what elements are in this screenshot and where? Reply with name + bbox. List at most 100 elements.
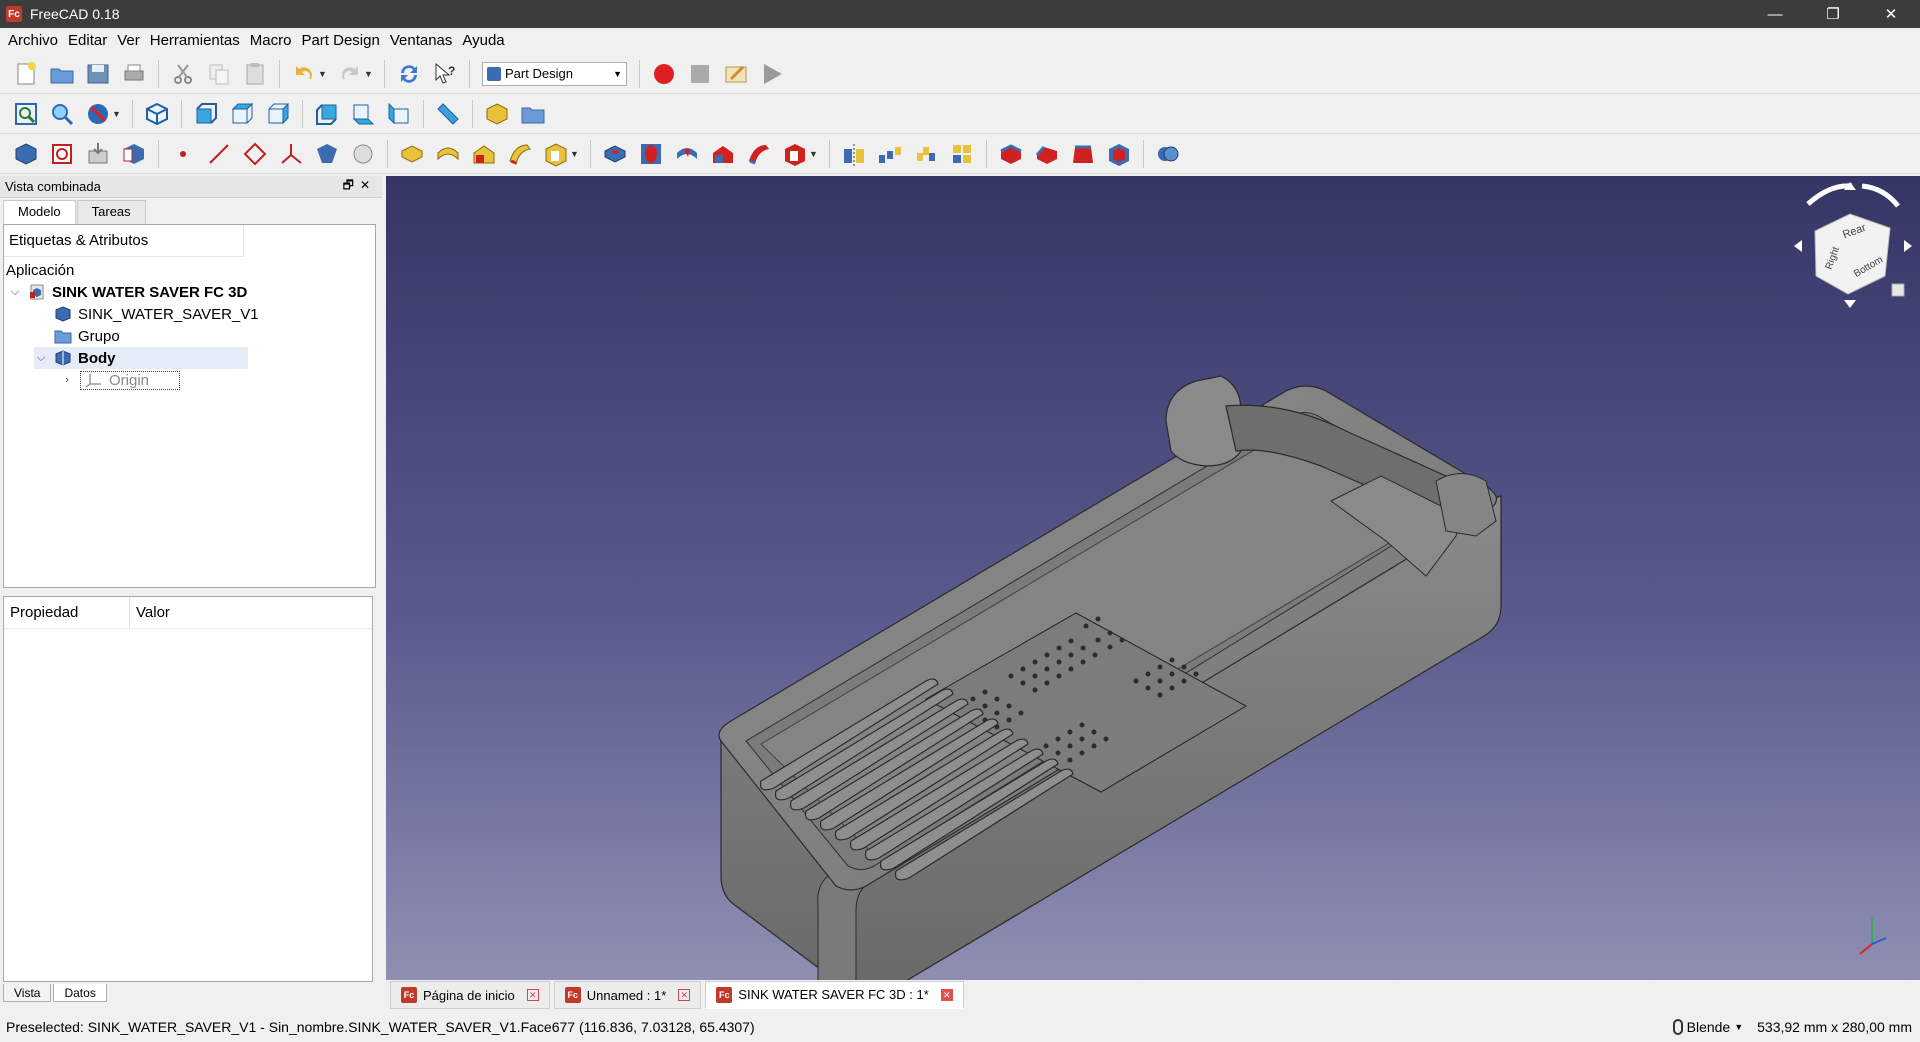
- tree-item-document[interactable]: ⌵ SINK WATER SAVER FC 3D: [8, 281, 247, 303]
- datum-plane-button[interactable]: [239, 138, 271, 170]
- navigation-cube[interactable]: Rear Right Bottom: [1780, 176, 1920, 316]
- undo-button[interactable]: [288, 58, 320, 90]
- open-button[interactable]: [46, 58, 78, 90]
- create-part-button[interactable]: [481, 98, 513, 130]
- subtractive-loft-button[interactable]: [707, 138, 739, 170]
- macro-record-button[interactable]: [648, 58, 680, 90]
- datum-line-button[interactable]: [203, 138, 235, 170]
- copy-button[interactable]: [203, 58, 235, 90]
- datum-point-button[interactable]: [167, 138, 199, 170]
- document-tab-active[interactable]: Fc SINK WATER SAVER FC 3D : 1* ✕: [705, 981, 964, 1009]
- nav-right-arrow-icon[interactable]: [1904, 240, 1912, 252]
- view-left-button[interactable]: [383, 98, 415, 130]
- additive-loft-button[interactable]: [468, 138, 500, 170]
- pocket-button[interactable]: [599, 138, 631, 170]
- expanded-chevron-icon[interactable]: ⌵: [34, 352, 48, 365]
- draft-button[interactable]: [1067, 138, 1099, 170]
- menu-editar[interactable]: Editar: [63, 30, 112, 52]
- document-tab[interactable]: Fc Página de inicio ✕: [390, 981, 550, 1009]
- local-coordinate-system-button[interactable]: [275, 138, 307, 170]
- tree-item-origin[interactable]: › Origin: [60, 369, 181, 391]
- create-body-button[interactable]: [10, 138, 42, 170]
- chamfer-button[interactable]: [1031, 138, 1063, 170]
- 3d-viewport[interactable]: Rear Right Bottom: [386, 176, 1920, 980]
- menu-part-design[interactable]: Part Design: [296, 30, 384, 52]
- macro-run-button[interactable]: [756, 58, 788, 90]
- view-menu-cube-icon[interactable]: [1891, 283, 1905, 297]
- draw-style-button[interactable]: [82, 98, 114, 130]
- menu-ventanas[interactable]: Ventanas: [385, 30, 458, 52]
- document-tab[interactable]: Fc Unnamed : 1* ✕: [553, 981, 702, 1009]
- menu-herramientas[interactable]: Herramientas: [145, 30, 245, 52]
- paste-button[interactable]: [239, 58, 271, 90]
- fit-all-button[interactable]: [10, 98, 42, 130]
- menu-ayuda[interactable]: Ayuda: [457, 30, 509, 52]
- additive-primitive-button[interactable]: [540, 138, 572, 170]
- maximize-button[interactable]: ❐: [1804, 0, 1862, 28]
- view-right-button[interactable]: [262, 98, 294, 130]
- view-front-button[interactable]: [190, 98, 222, 130]
- tree-item-group[interactable]: Grupo: [34, 325, 120, 347]
- refresh-button[interactable]: [393, 58, 425, 90]
- dock-controls[interactable]: 🗗✕: [343, 176, 376, 197]
- whats-this-button[interactable]: ?: [429, 58, 461, 90]
- collapsed-chevron-icon[interactable]: ›: [60, 374, 74, 386]
- pad-button[interactable]: [396, 138, 428, 170]
- close-tab-icon[interactable]: ✕: [678, 989, 691, 1001]
- sink-water-saver-model[interactable]: [386, 176, 1920, 980]
- linear-pattern-button[interactable]: [874, 138, 906, 170]
- close-tab-icon[interactable]: ✕: [940, 988, 953, 1001]
- clone-button[interactable]: [347, 138, 379, 170]
- tab-datos[interactable]: Datos: [53, 984, 107, 1002]
- tab-tareas[interactable]: Tareas: [76, 200, 146, 224]
- menu-ver[interactable]: Ver: [112, 30, 145, 52]
- nav-down-arrow-icon[interactable]: [1844, 300, 1856, 308]
- redo-button[interactable]: [334, 58, 366, 90]
- create-sketch-button[interactable]: [46, 138, 78, 170]
- cut-button[interactable]: [167, 58, 199, 90]
- workbench-selector[interactable]: Part Design ▼: [482, 61, 627, 86]
- tree-item-solid[interactable]: SINK_WATER_SAVER_V1: [34, 303, 259, 325]
- redo-dropdown-chevron-icon[interactable]: ▼: [364, 69, 374, 79]
- view-isometric-button[interactable]: [141, 98, 173, 130]
- view-rear-button[interactable]: [311, 98, 343, 130]
- hole-button[interactable]: [635, 138, 667, 170]
- nav-left-arrow-icon[interactable]: [1794, 240, 1802, 252]
- revolution-button[interactable]: [432, 138, 464, 170]
- minimize-button[interactable]: —: [1746, 0, 1804, 28]
- additive-primitive-chevron-icon[interactable]: ▼: [570, 149, 580, 159]
- draw-style-chevron-icon[interactable]: ▼: [112, 109, 122, 119]
- macro-edit-button[interactable]: [720, 58, 752, 90]
- create-group-button[interactable]: [517, 98, 549, 130]
- expanded-chevron-icon[interactable]: ⌵: [8, 286, 22, 299]
- subtractive-primitive-button[interactable]: [779, 138, 811, 170]
- tree-item-body[interactable]: ⌵ Body: [34, 347, 248, 369]
- groove-button[interactable]: [671, 138, 703, 170]
- map-sketch-button[interactable]: [118, 138, 150, 170]
- mirrored-button[interactable]: [838, 138, 870, 170]
- subtractive-primitive-chevron-icon[interactable]: ▼: [809, 149, 819, 159]
- view-top-button[interactable]: [226, 98, 258, 130]
- thickness-button[interactable]: [1103, 138, 1135, 170]
- validate-sketch-button[interactable]: [82, 138, 114, 170]
- multitransform-button[interactable]: [946, 138, 978, 170]
- close-window-button[interactable]: ✕: [1862, 0, 1920, 28]
- tab-modelo[interactable]: Modelo: [3, 200, 76, 224]
- navigation-style-selector[interactable]: Blende ▼: [1672, 1019, 1743, 1035]
- undo-dropdown-chevron-icon[interactable]: ▼: [318, 69, 328, 79]
- boolean-button[interactable]: [1152, 138, 1184, 170]
- menu-archivo[interactable]: Archivo: [3, 30, 63, 52]
- menu-macro[interactable]: Macro: [245, 30, 297, 52]
- additive-pipe-button[interactable]: [504, 138, 536, 170]
- measure-distance-button[interactable]: [432, 98, 464, 130]
- rotate-right-arrow-icon[interactable]: [1861, 183, 1900, 208]
- print-button[interactable]: [118, 58, 150, 90]
- polar-pattern-button[interactable]: [910, 138, 942, 170]
- tab-vista[interactable]: Vista: [3, 984, 52, 1002]
- subtractive-pipe-button[interactable]: [743, 138, 775, 170]
- fit-selection-button[interactable]: [46, 98, 78, 130]
- close-tab-icon[interactable]: ✕: [526, 989, 539, 1001]
- macro-stop-button[interactable]: [684, 58, 716, 90]
- save-button[interactable]: [82, 58, 114, 90]
- shape-binder-button[interactable]: [311, 138, 343, 170]
